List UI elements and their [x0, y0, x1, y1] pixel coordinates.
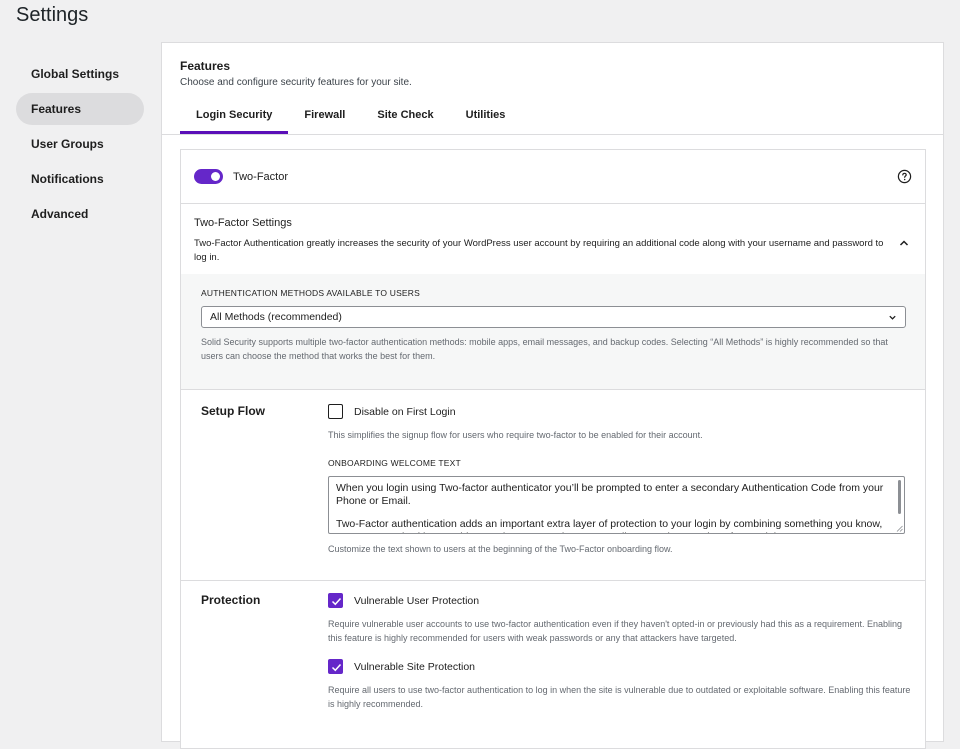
tab-utilities[interactable]: Utilities [450, 107, 522, 134]
disable-first-login-help: This simplifies the signup flow for user… [328, 430, 703, 440]
sidebar-item-advanced[interactable]: Advanced [16, 198, 144, 230]
two-factor-toggle-row: Two-Factor [181, 150, 925, 204]
onboarding-text-paragraph-1: When you login using Two-factor authenti… [336, 482, 884, 507]
vulnerable-site-help: Require all users to use two-factor auth… [328, 685, 911, 709]
chevron-up-icon[interactable] [898, 237, 910, 249]
onboarding-welcome-help: Customize the text shown to users at the… [328, 544, 673, 554]
tab-bar: Login Security Firewall Site Check Utili… [180, 107, 925, 134]
protection-label: Protection [201, 593, 261, 607]
tab-login-security[interactable]: Login Security [180, 107, 289, 134]
two-factor-toggle[interactable] [194, 169, 223, 184]
disable-first-login-checkbox[interactable] [328, 404, 343, 419]
setup-flow-body: Disable on First Login This simplifies t… [328, 404, 912, 580]
panel-title: Features [180, 59, 231, 73]
vulnerable-site-checkbox[interactable] [328, 659, 343, 674]
vulnerable-user-checkbox[interactable] [328, 593, 343, 608]
tab-firewall[interactable]: Firewall [288, 107, 361, 134]
protection-body: Vulnerable User Protection Require vulne… [328, 593, 912, 711]
onboarding-welcome-label: Onboarding Welcome Text [328, 458, 461, 468]
auth-methods-select[interactable]: All Methods (recommended) [201, 306, 906, 328]
setup-flow-section: Setup Flow Disable on First Login This s… [181, 390, 925, 581]
resize-handle-icon[interactable] [896, 525, 903, 532]
vulnerable-site-label[interactable]: Vulnerable Site Protection [354, 661, 475, 673]
two-factor-settings-title: Two-Factor Settings [194, 217, 292, 229]
help-icon[interactable] [897, 169, 912, 184]
two-factor-settings-header[interactable]: Two-Factor Settings Two-Factor Authentic… [181, 204, 925, 274]
two-factor-toggle-label: Two-Factor [233, 170, 289, 183]
tab-site-check[interactable]: Site Check [361, 107, 449, 134]
chevron-down-icon [889, 315, 896, 320]
sidebar-item-notifications[interactable]: Notifications [16, 163, 144, 195]
protection-section: Protection Vulnerable User Protection Re… [181, 581, 925, 711]
auth-methods-selected-value: All Methods (recommended) [210, 311, 342, 323]
sidebar: Global Settings Features User Groups Not… [16, 58, 144, 233]
checkmark-icon [331, 663, 342, 672]
setup-flow-label: Setup Flow [201, 404, 265, 418]
two-factor-card: Two-Factor Two-Factor Settings Two-Facto… [180, 149, 926, 749]
disable-first-login-label[interactable]: Disable on First Login [354, 406, 456, 418]
onboarding-welcome-textarea[interactable]: When you login using Two-factor authenti… [328, 476, 905, 534]
checkmark-icon [331, 597, 342, 606]
textarea-scrollbar[interactable] [898, 480, 901, 514]
disable-first-login-row: Disable on First Login [328, 404, 912, 419]
vulnerable-user-label[interactable]: Vulnerable User Protection [354, 595, 479, 607]
vulnerable-user-row: Vulnerable User Protection [328, 593, 912, 608]
sidebar-item-global-settings[interactable]: Global Settings [16, 58, 144, 90]
panel-subtitle: Choose and configure security features f… [180, 77, 412, 88]
sidebar-item-user-groups[interactable]: User Groups [16, 128, 144, 160]
sidebar-item-features[interactable]: Features [16, 93, 144, 125]
features-panel: Features Choose and configure security f… [161, 42, 944, 749]
vulnerable-site-row: Vulnerable Site Protection [328, 659, 912, 674]
page-title: Settings [16, 4, 89, 26]
auth-methods-label: Authentication Methods Available to User… [201, 288, 421, 298]
auth-methods-help: Solid Security supports multiple two-fac… [201, 337, 888, 361]
panel-header: Features Choose and configure security f… [162, 43, 943, 135]
vulnerable-user-help: Require vulnerable user accounts to use … [328, 619, 903, 643]
auth-methods-section: Authentication Methods Available to User… [181, 274, 925, 390]
two-factor-settings-description: Two-Factor Authentication greatly increa… [194, 238, 884, 263]
onboarding-text-paragraph-2: Two-Factor authentication adds an import… [336, 518, 883, 533]
